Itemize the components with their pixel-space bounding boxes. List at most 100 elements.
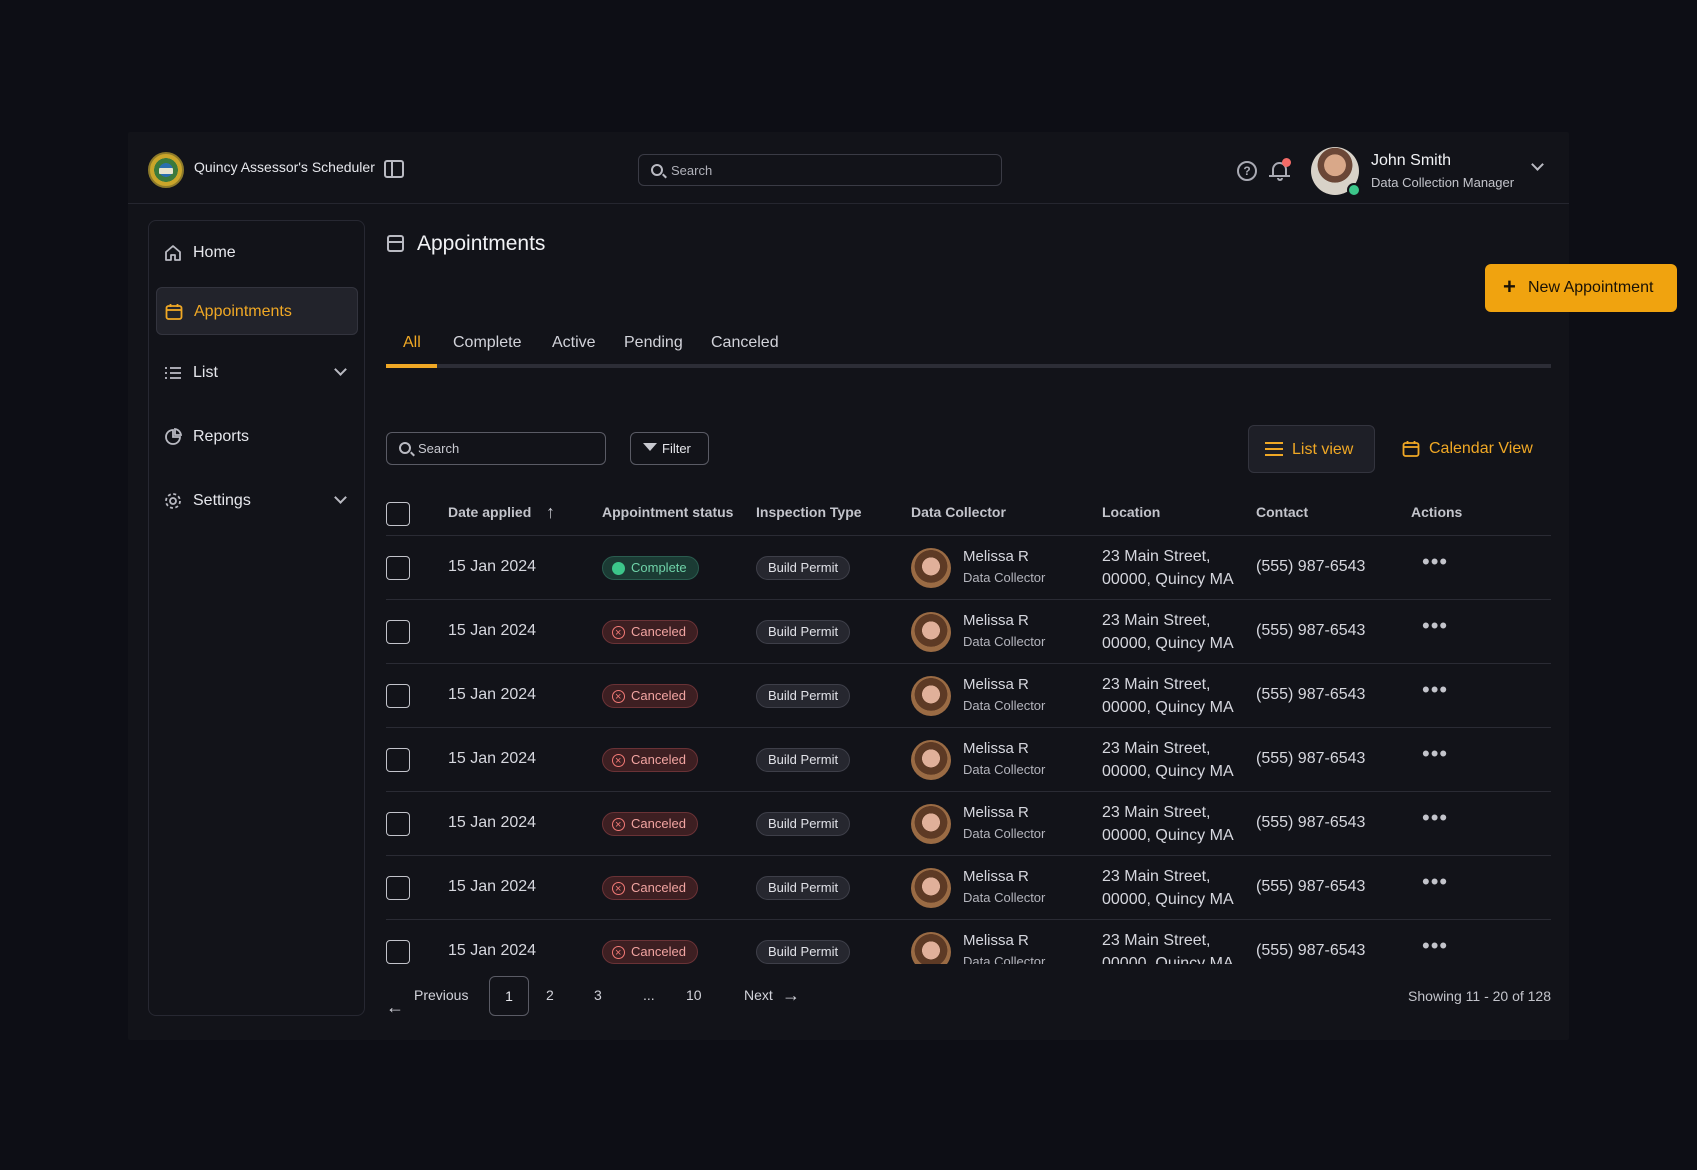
more-actions-icon[interactable]: ••• — [1422, 869, 1448, 895]
sidebar-item-appointments[interactable]: Appointments — [156, 287, 358, 335]
table-row[interactable]: 15 Jan 2024 Canceled Build Permit Melissa R… — [386, 600, 1551, 664]
row-date: 15 Jan 2024 — [448, 622, 537, 639]
more-actions-icon[interactable]: ••• — [1422, 677, 1448, 703]
row-checkbox[interactable] — [386, 620, 410, 644]
contact-phone: (555) 987-6543 — [1256, 750, 1366, 767]
check-circle-icon — [612, 562, 625, 575]
table-search-input[interactable]: Search — [386, 432, 606, 465]
column-appointment-status[interactable]: Appointment status — [602, 504, 733, 520]
user-avatar[interactable] — [1311, 147, 1361, 197]
search-icon — [651, 164, 663, 176]
table-header: Date applied ↑ Appointment status Inspec… — [386, 492, 1551, 536]
table-body: 15 Jan 2024 Complete Build Permit Melissa R… — [386, 536, 1551, 964]
table-row[interactable]: 15 Jan 2024 Canceled Build Permit Melissa R… — [386, 856, 1551, 920]
list-icon — [1265, 442, 1283, 456]
tab-pending[interactable]: Pending — [624, 334, 683, 352]
sidebar-item-settings[interactable]: Settings — [156, 477, 358, 525]
filter-button[interactable]: Filter — [630, 432, 709, 465]
status-badge: Canceled — [602, 812, 698, 836]
contact-phone: (555) 987-6543 — [1256, 814, 1366, 831]
row-checkbox[interactable] — [386, 748, 410, 772]
row-date: 15 Jan 2024 — [448, 814, 537, 831]
notification-dot — [1282, 158, 1291, 167]
sidebar-item-home[interactable]: Home — [156, 229, 358, 277]
next-page-button[interactable]: Next → — [744, 985, 800, 1005]
column-date-applied[interactable]: Date applied — [448, 504, 531, 520]
x-circle-icon — [612, 942, 625, 964]
sidebar-toggle-icon[interactable] — [384, 160, 404, 178]
row-checkbox[interactable] — [386, 684, 410, 708]
notification-bell-icon[interactable] — [1269, 158, 1291, 182]
user-menu-chevron-icon[interactable] — [1531, 158, 1544, 171]
row-checkbox[interactable] — [386, 812, 410, 836]
table-row[interactable]: 15 Jan 2024 Canceled Build Permit Melissa R… — [386, 792, 1551, 856]
page-3[interactable]: 3 — [594, 987, 602, 1003]
row-date: 15 Jan 2024 — [448, 750, 537, 767]
tab-active[interactable]: Active — [552, 334, 596, 352]
row-checkbox[interactable] — [386, 556, 410, 580]
help-icon[interactable]: ? — [1237, 161, 1257, 181]
collector-name: Melissa R — [963, 612, 1029, 629]
more-actions-icon[interactable]: ••• — [1422, 741, 1448, 767]
calendar-view-button[interactable]: Calendar View — [1391, 425, 1541, 473]
more-actions-icon[interactable]: ••• — [1422, 549, 1448, 575]
list-view-button[interactable]: List view — [1248, 425, 1375, 473]
table-row[interactable]: 15 Jan 2024 Canceled Build Permit Melissa R… — [386, 728, 1551, 792]
collector-name: Melissa R — [963, 804, 1029, 821]
row-checkbox[interactable] — [386, 876, 410, 900]
row-date: 15 Jan 2024 — [448, 686, 537, 703]
status-badge: Canceled — [602, 748, 698, 772]
status-tabs: All Complete Active Pending Canceled — [386, 332, 1551, 368]
page-10[interactable]: 10 — [686, 987, 702, 1003]
home-icon — [165, 245, 181, 261]
contact-phone: (555) 987-6543 — [1256, 686, 1366, 703]
location-line-2: 00000, Quincy MA — [1102, 891, 1234, 908]
table-row[interactable]: 15 Jan 2024 Canceled Build Permit Melissa R… — [386, 664, 1551, 728]
page-current[interactable]: 1 — [489, 976, 529, 1016]
table-search-placeholder: Search — [418, 441, 460, 456]
tab-complete[interactable]: Complete — [453, 334, 521, 352]
inspection-type-badge: Build Permit — [756, 940, 851, 964]
global-search-placeholder: Search — [671, 163, 713, 178]
more-actions-icon[interactable]: ••• — [1422, 805, 1448, 831]
location-line-1: 23 Main Street, — [1102, 932, 1211, 949]
column-inspection-type[interactable]: Inspection Type — [756, 504, 862, 520]
location-line-1: 23 Main Street, — [1102, 612, 1211, 629]
collector-role: Data Collector — [963, 762, 1046, 777]
tab-canceled[interactable]: Canceled — [711, 334, 779, 352]
more-actions-icon[interactable]: ••• — [1422, 933, 1448, 959]
arrow-right-icon: → — [782, 985, 800, 1005]
sidebar: Home Appointments List Reports Settings — [148, 220, 365, 1016]
sort-ascending-icon[interactable]: ↑ — [546, 502, 555, 523]
location-line-1: 23 Main Street, — [1102, 548, 1211, 565]
tab-all[interactable]: All — [403, 334, 421, 352]
new-appointment-button[interactable]: + New Appointment — [1485, 264, 1677, 312]
select-all-checkbox[interactable] — [386, 502, 410, 526]
status-badge: Canceled — [602, 684, 698, 708]
status-badge: Canceled — [602, 940, 698, 964]
x-circle-icon — [612, 814, 625, 836]
column-contact[interactable]: Contact — [1256, 504, 1308, 520]
collector-role: Data Collector — [963, 698, 1046, 713]
calendar-icon — [387, 235, 404, 252]
page-2[interactable]: 2 — [546, 987, 554, 1003]
collector-avatar — [911, 804, 951, 844]
table-row[interactable]: 15 Jan 2024 Canceled Build Permit Melissa R… — [386, 920, 1551, 964]
column-location[interactable]: Location — [1102, 504, 1160, 520]
table-row[interactable]: 15 Jan 2024 Complete Build Permit Melissa R… — [386, 536, 1551, 600]
collector-role: Data Collector — [963, 826, 1046, 841]
sidebar-item-reports[interactable]: Reports — [156, 413, 358, 461]
inspection-type-badge: Build Permit — [756, 620, 851, 644]
row-date: 15 Jan 2024 — [448, 878, 537, 895]
online-status-icon — [1347, 183, 1361, 197]
more-actions-icon[interactable]: ••• — [1422, 613, 1448, 639]
calendar-icon — [165, 304, 183, 320]
location-line-1: 23 Main Street, — [1102, 740, 1211, 757]
x-circle-icon — [612, 878, 625, 900]
global-search-input[interactable]: Search — [638, 154, 1002, 186]
collector-name: Melissa R — [963, 868, 1029, 885]
sidebar-item-list[interactable]: List — [156, 349, 358, 397]
row-checkbox[interactable] — [386, 940, 410, 964]
column-data-collector[interactable]: Data Collector — [911, 504, 1006, 520]
city-seal-logo — [148, 152, 184, 188]
